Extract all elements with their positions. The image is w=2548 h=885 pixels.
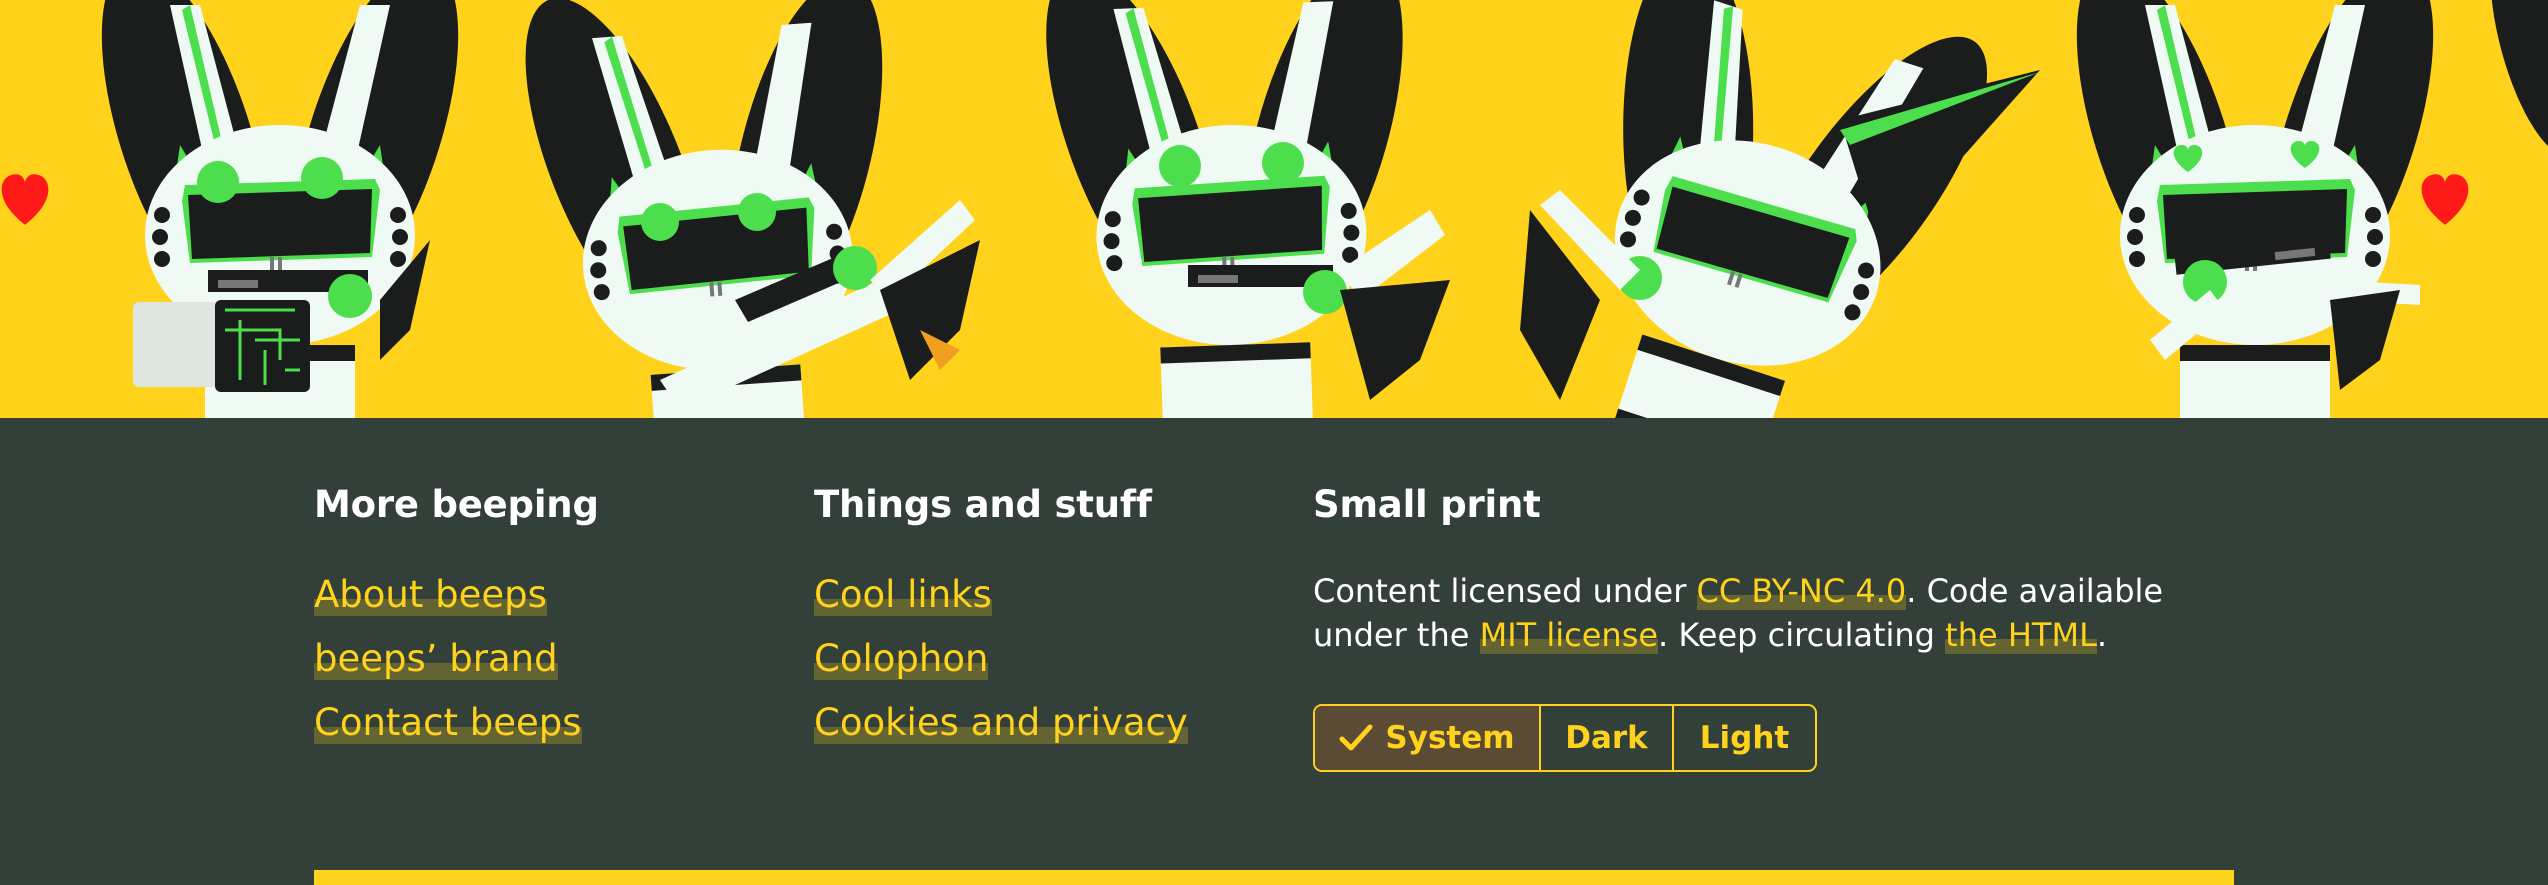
robot-mascot-icon — [67, 0, 493, 418]
list-item: About beeps — [314, 571, 599, 635]
list-item: beeps’ brand — [314, 635, 599, 699]
site-footer: More beeping About beeps beeps’ brand Co… — [0, 418, 2548, 885]
mit-license-link[interactable]: MIT license — [1479, 616, 1659, 654]
theme-switcher: System Dark Light — [1313, 704, 1817, 772]
list-item: Cookies and privacy — [814, 699, 1188, 763]
link-list: Cool links Colophon Cookies and privacy — [814, 571, 1188, 763]
theme-option-label: Dark — [1565, 720, 1648, 756]
heart-icon — [1, 174, 49, 225]
cookies-privacy-link[interactable]: Cookies and privacy — [814, 701, 1188, 744]
footer-column-small-print: Small print — [1313, 483, 1541, 527]
cc-license-link[interactable]: CC BY-NC 4.0 — [1696, 572, 1907, 610]
html-source-link[interactable]: the HTML — [1945, 616, 2097, 654]
theme-option-system[interactable]: System — [1315, 706, 1539, 770]
link-list: About beeps beeps’ brand Contact beeps — [314, 571, 599, 763]
column-heading: Small print — [1313, 483, 1541, 526]
list-item: Cool links — [814, 571, 1188, 635]
column-heading: More beeping — [314, 483, 599, 526]
theme-option-dark[interactable]: Dark — [1539, 706, 1672, 770]
list-item: Contact beeps — [314, 699, 599, 763]
bottom-accent-bar — [314, 870, 2234, 885]
circuit-board-icon — [133, 300, 310, 392]
license-text-part: Content licensed under — [1313, 572, 1697, 610]
footer-column-things-and-stuff: Things and stuff Cool links Colophon Coo… — [814, 483, 1188, 763]
robot-mascot-icon — [2042, 0, 2548, 418]
robot-mascot-icon — [1008, 0, 1453, 418]
about-beeps-link[interactable]: About beeps — [314, 573, 547, 616]
mascot-illustration — [1, 0, 2548, 418]
license-text-part: . — [2096, 616, 2108, 654]
contact-beeps-link[interactable]: Contact beeps — [314, 701, 582, 744]
robot-mascot-icon — [1471, 0, 2040, 418]
theme-option-label: System — [1385, 720, 1515, 756]
column-heading: Things and stuff — [814, 483, 1152, 526]
robot-mascot-icon — [485, 0, 980, 418]
theme-option-label: Light — [1699, 720, 1790, 756]
theme-option-light[interactable]: Light — [1672, 706, 1815, 770]
license-text-part: . Keep circulating — [1658, 616, 1946, 654]
footer-column-more-beeping: More beeping About beeps beeps’ brand Co… — [314, 483, 599, 763]
license-text: Content licensed under CC BY-NC 4.0. Cod… — [1313, 569, 2263, 657]
colophon-link[interactable]: Colophon — [814, 637, 989, 680]
mascot-banner — [0, 0, 2548, 418]
beeps-brand-link[interactable]: beeps’ brand — [314, 637, 558, 680]
check-icon — [1339, 724, 1373, 751]
list-item: Colophon — [814, 635, 1188, 699]
heart-icon — [2421, 174, 2469, 225]
cool-links-link[interactable]: Cool links — [814, 573, 992, 616]
